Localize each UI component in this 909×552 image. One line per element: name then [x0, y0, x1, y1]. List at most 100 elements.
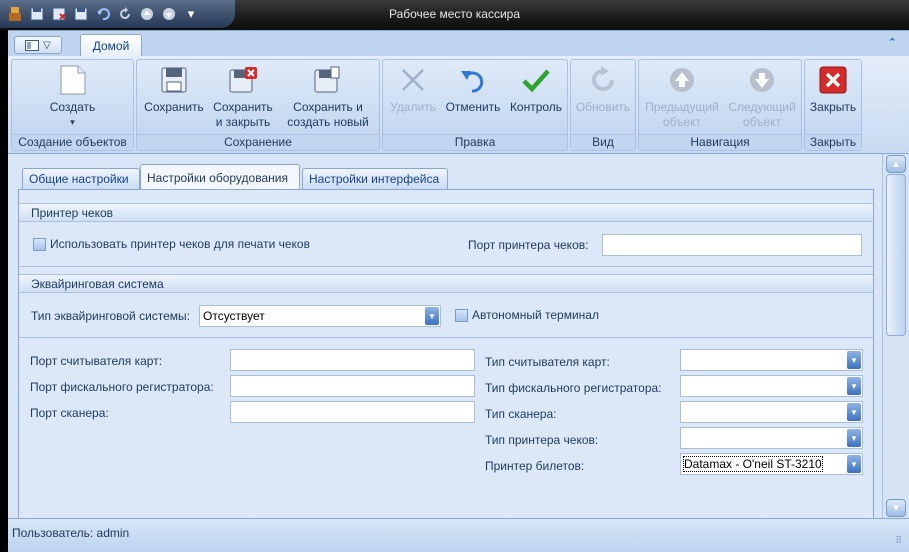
- group-create: Создать ▾ Создание объектов: [11, 59, 134, 151]
- printer-port-input[interactable]: [602, 234, 862, 256]
- create-label: Создать: [49, 100, 96, 114]
- form-content: Общие настройки Настройки оборудования Н…: [8, 154, 882, 518]
- autonomous-terminal-label: Автономный терминал: [472, 308, 599, 322]
- close-icon: [817, 64, 849, 96]
- use-printer-label: Использовать принтер чеков для печати че…: [50, 237, 310, 251]
- scroll-up-icon[interactable]: ▲: [886, 155, 906, 173]
- fiscal-register-type-label: Тип фискального регистратора:: [485, 381, 662, 395]
- save-new-icon: [312, 64, 344, 96]
- ticket-printer-label: Принтер билетов:: [485, 459, 585, 473]
- undo-button[interactable]: Отменить: [441, 62, 505, 134]
- control-button[interactable]: Контроль: [505, 62, 567, 134]
- scanner-port-label: Порт сканера:: [30, 406, 109, 420]
- printer-section-title: Принтер чеков: [19, 203, 873, 222]
- chevron-down-icon[interactable]: ▼: [847, 351, 861, 369]
- acquiring-type-label: Тип эквайринговой системы:: [31, 309, 191, 323]
- ribbon-tab-home[interactable]: Домой: [80, 34, 142, 58]
- save-and-close-label: Сохранить и закрыть: [213, 100, 273, 129]
- autonomous-terminal-checkbox[interactable]: [455, 309, 468, 322]
- resize-grip-icon[interactable]: ⠿: [895, 535, 902, 546]
- chevron-down-icon: ▽: [43, 39, 51, 51]
- arrow-down-icon: [746, 64, 778, 96]
- fiscal-register-port-label: Порт фискального регистратора:: [30, 380, 214, 394]
- refresh-label: Обновить: [575, 100, 631, 114]
- group-save: Сохранить Сохранить и закрыть Сохранить …: [136, 59, 380, 151]
- ribbon-tab-row: ▽ Домой ⌃: [8, 30, 909, 58]
- scanner-type-label: Тип сканера:: [485, 407, 557, 421]
- next-object-button[interactable]: Следующий объект: [723, 62, 801, 134]
- menu-icon: [25, 39, 40, 51]
- ticket-printer-select[interactable]: Datamax - O'neil ST-3210 ▼: [680, 453, 863, 475]
- chevron-down-icon[interactable]: ▼: [847, 377, 861, 395]
- chevron-down-icon[interactable]: ▼: [847, 429, 861, 447]
- acquiring-section-title: Эквайринговая система: [19, 274, 873, 293]
- tab-equipment-settings[interactable]: Настройки оборудования: [140, 164, 300, 191]
- refresh-button[interactable]: Обновить: [571, 62, 635, 134]
- group-label-edit: Правка: [383, 134, 567, 150]
- tab-interface-settings[interactable]: Настройки интерфейса: [302, 168, 448, 190]
- group-label-create: Создание объектов: [12, 134, 133, 150]
- fiscal-register-port-input[interactable]: [230, 375, 475, 397]
- card-reader-type-label: Тип считывателя карт:: [485, 355, 610, 369]
- tab-general-settings[interactable]: Общие настройки: [22, 168, 140, 190]
- create-button[interactable]: Создать ▾: [12, 62, 133, 134]
- check-icon: [520, 64, 552, 96]
- group-view: Обновить Вид: [570, 59, 636, 151]
- save-and-close-button[interactable]: Сохранить и закрыть: [209, 62, 277, 134]
- acquiring-type-select[interactable]: Отсуствует ▼: [199, 305, 441, 327]
- save-close-icon: [227, 64, 259, 96]
- current-user-status: Пользователь: admin: [12, 526, 130, 540]
- printer-section: Использовать принтер чеков для печати че…: [19, 223, 873, 267]
- equipment-settings-panel: Принтер чеков Использовать принтер чеков…: [18, 189, 874, 518]
- new-document-icon: [57, 64, 89, 96]
- group-label-close: Закрыть: [805, 134, 861, 150]
- delete-label: Удалить: [390, 100, 436, 114]
- control-label: Контроль: [509, 100, 563, 114]
- scroll-down-icon[interactable]: ▼: [886, 499, 906, 517]
- delete-icon: [397, 64, 429, 96]
- group-label-view: Вид: [571, 134, 635, 150]
- title-bar: ▾ Рабочее место кассира: [0, 0, 909, 30]
- receipt-printer-type-select[interactable]: ▼: [680, 427, 863, 449]
- undo-icon: [457, 64, 489, 96]
- delete-button[interactable]: Удалить: [385, 62, 441, 134]
- chevron-down-icon[interactable]: ▼: [425, 307, 439, 325]
- group-label-save: Сохранение: [137, 134, 379, 150]
- scanner-port-input[interactable]: [230, 401, 475, 423]
- ticket-printer-value: Datamax - O'neil ST-3210: [683, 456, 823, 472]
- status-bar: Пользователь: admin ⠿: [8, 518, 909, 552]
- chevron-down-icon[interactable]: ▼: [847, 455, 861, 473]
- previous-object-button[interactable]: Предыдущий объект: [641, 62, 723, 134]
- group-close: Закрыть Закрыть: [804, 59, 862, 151]
- receipt-printer-type-label: Тип принтера чеков:: [485, 433, 599, 447]
- undo-label: Отменить: [445, 100, 501, 114]
- window-title: Рабочее место кассира: [388, 7, 521, 21]
- chevron-down-icon: ▾: [70, 117, 75, 127]
- save-and-new-label: Сохранить и создать новый: [287, 100, 369, 129]
- scroll-thumb[interactable]: [886, 174, 906, 336]
- ribbon: Создать ▾ Создание объектов Сохранить Со…: [8, 56, 909, 154]
- acquiring-type-value: Отсуствует: [203, 309, 265, 323]
- vertical-scrollbar[interactable]: ▲ ▼: [882, 154, 909, 518]
- arrow-up-icon: [666, 64, 698, 96]
- card-reader-port-label: Порт считывателя карт:: [30, 354, 163, 368]
- group-label-navigation: Навигация: [639, 134, 801, 150]
- card-reader-type-select[interactable]: ▼: [680, 349, 863, 371]
- group-navigation: Предыдущий объект Следующий объект Навиг…: [638, 59, 802, 151]
- printer-port-label: Порт принтера чеков:: [468, 238, 589, 252]
- close-label: Закрыть: [809, 100, 857, 114]
- refresh-icon: [587, 64, 619, 96]
- close-button[interactable]: Закрыть: [805, 62, 861, 134]
- application-menu-button[interactable]: ▽: [14, 36, 62, 54]
- fiscal-register-type-select[interactable]: ▼: [680, 375, 863, 397]
- chevron-down-icon[interactable]: ▼: [847, 403, 861, 421]
- collapse-ribbon-icon[interactable]: ⌃: [888, 36, 897, 49]
- save-button[interactable]: Сохранить: [139, 62, 209, 134]
- save-label: Сохранить: [144, 100, 204, 114]
- save-and-new-button[interactable]: Сохранить и создать новый: [277, 62, 379, 134]
- use-printer-checkbox[interactable]: [33, 238, 46, 251]
- card-reader-port-input[interactable]: [230, 349, 475, 371]
- group-edit: Удалить Отменить Контроль Правка: [382, 59, 568, 151]
- scanner-type-select[interactable]: ▼: [680, 401, 863, 423]
- save-icon: [158, 64, 190, 96]
